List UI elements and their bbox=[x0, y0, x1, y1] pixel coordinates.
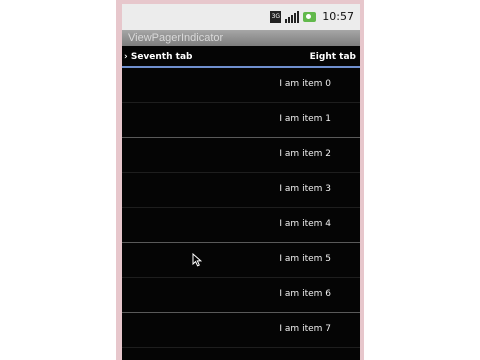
status-bar: 3G 10:57 bbox=[122, 4, 360, 30]
list-item-label: I am item 3 bbox=[279, 184, 331, 194]
list-item-label: I am item 4 bbox=[279, 219, 331, 229]
list-item-label: I am item 1 bbox=[279, 114, 331, 124]
list-item[interactable]: I am item 6 bbox=[122, 278, 360, 313]
list-item[interactable]: I am item 1 bbox=[122, 103, 360, 138]
battery-charging-icon bbox=[303, 11, 317, 22]
list-item-label: I am item 6 bbox=[279, 289, 331, 299]
tab-seventh-label: Seventh tab bbox=[130, 52, 193, 62]
tab-seventh[interactable]: › Seventh tab bbox=[124, 52, 192, 62]
list-item[interactable]: I am item 7 bbox=[122, 313, 360, 348]
list-item-label: I am item 5 bbox=[279, 254, 331, 264]
tab-eight[interactable]: Eight tab bbox=[310, 52, 356, 62]
status-icons: 3G 10:57 bbox=[270, 10, 354, 23]
app-title: ViewPagerIndicator bbox=[122, 30, 360, 46]
3g-icon: 3G bbox=[270, 10, 282, 23]
list-item[interactable]: I am item 2 bbox=[122, 138, 360, 173]
list-item[interactable]: I am item 5 bbox=[122, 243, 360, 278]
list-item-label: I am item 7 bbox=[279, 324, 331, 334]
list-item-label: I am item 2 bbox=[279, 149, 331, 159]
list-item-label: I am item 0 bbox=[279, 79, 331, 89]
item-list[interactable]: I am item 0 I am item 1 I am item 2 I am… bbox=[122, 68, 360, 348]
device-screen: 3G 10:57 ViewPagerIndicator › Seventh ta… bbox=[122, 4, 360, 360]
list-item[interactable]: I am item 3 bbox=[122, 173, 360, 208]
list-item[interactable]: I am item 0 bbox=[122, 68, 360, 103]
mouse-cursor-icon bbox=[192, 253, 202, 267]
tab-strip[interactable]: › Seventh tab Eight tab bbox=[122, 48, 360, 68]
signal-icon bbox=[285, 10, 300, 23]
clock: 10:57 bbox=[322, 10, 354, 23]
list-item[interactable]: I am item 4 bbox=[122, 208, 360, 243]
